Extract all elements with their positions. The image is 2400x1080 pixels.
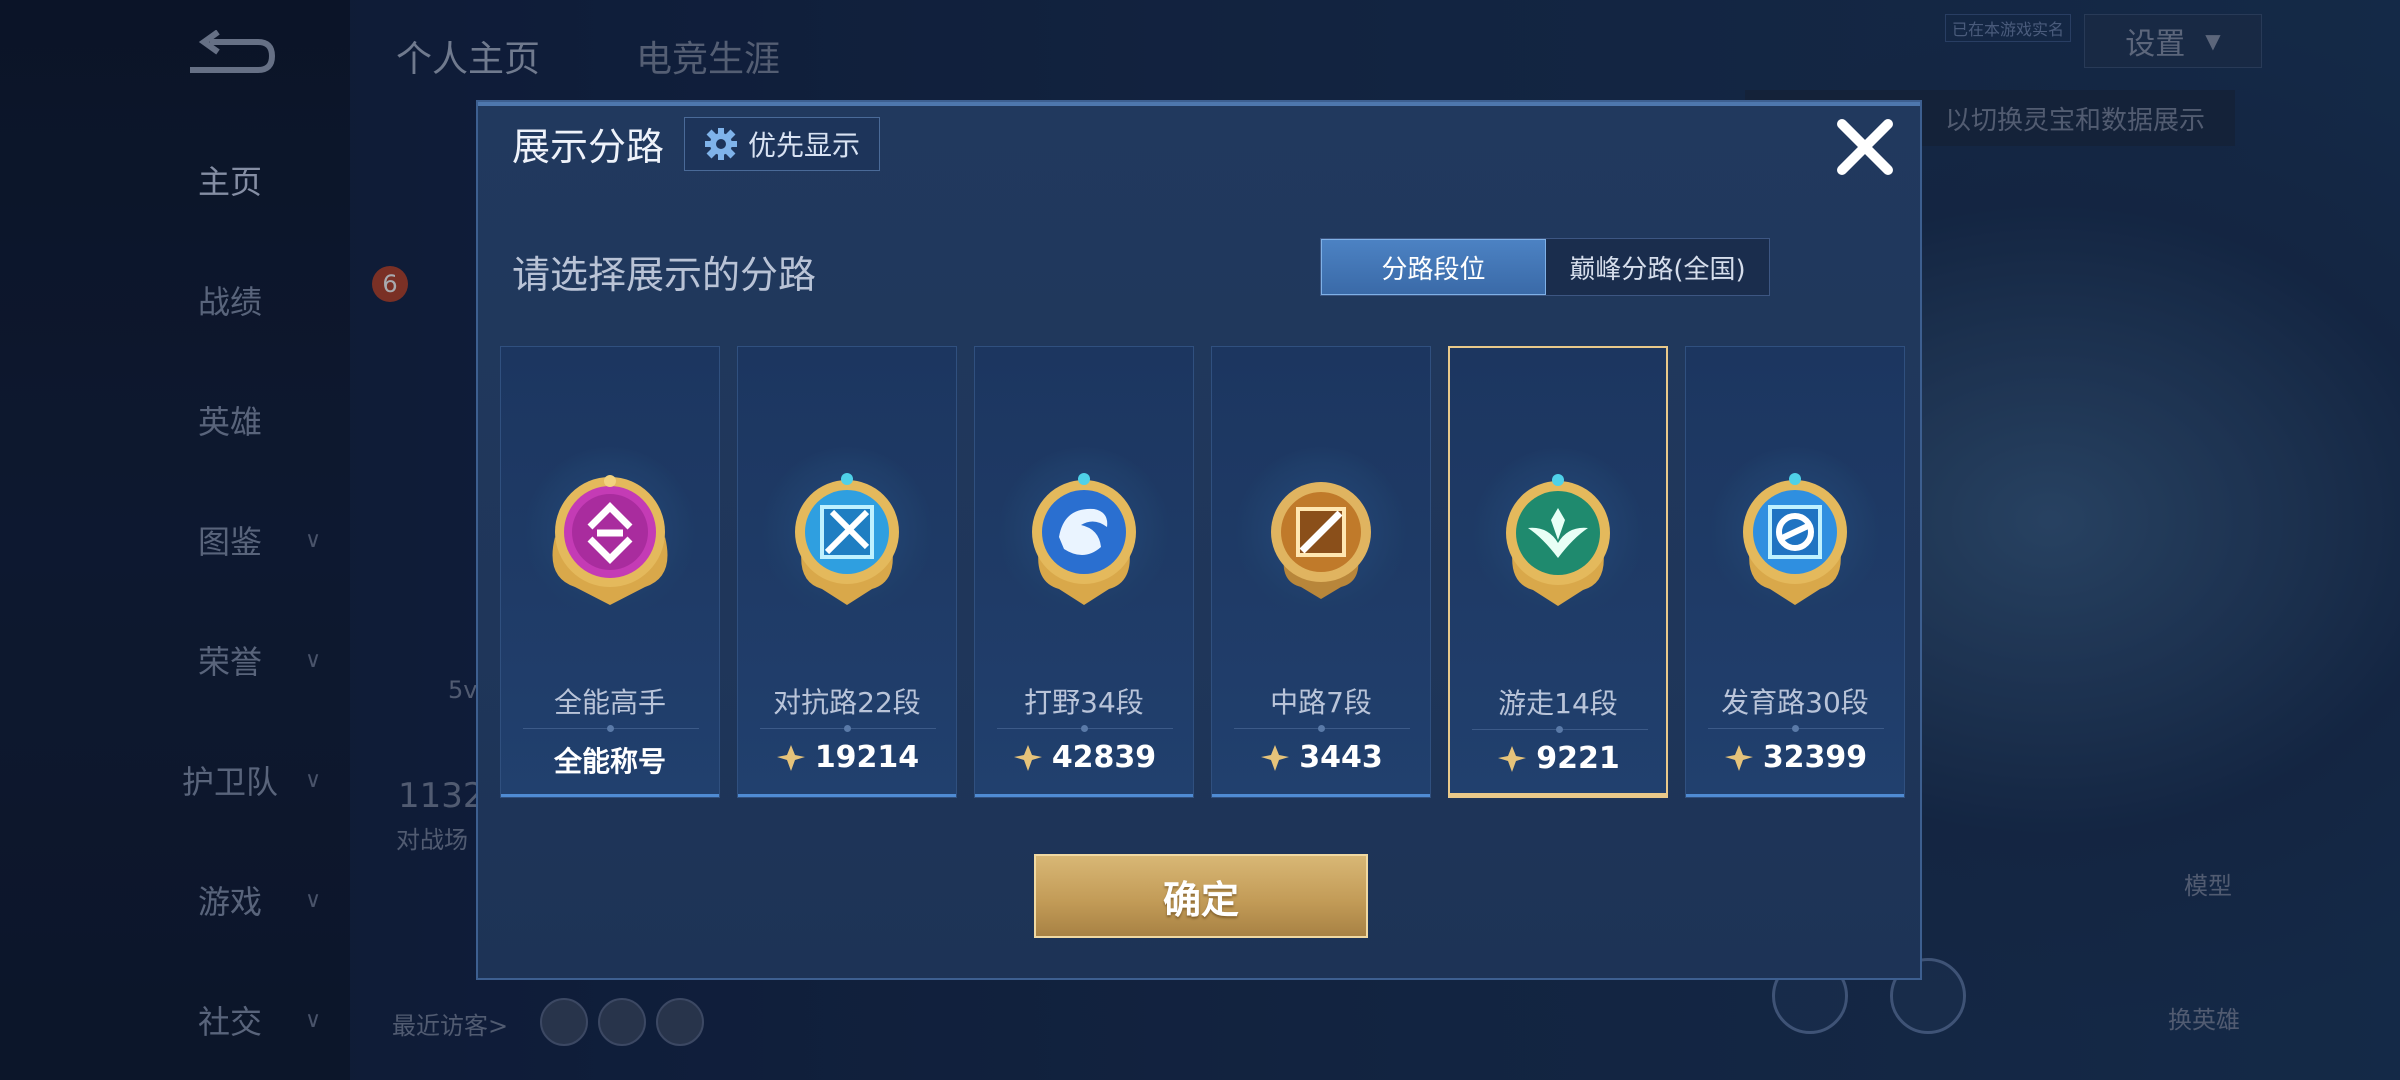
priority-display-label: 优先显示 [747,129,860,162]
lane-card-value-text: 19214 [814,740,920,775]
priority-display-button[interactable]: 优先显示 [684,117,880,171]
tab-lane-rank[interactable]: 分路段位 [1321,239,1546,295]
lane-card-label: 全能高手 [553,686,666,719]
lane-card-value-text: 9221 [1536,741,1620,776]
lane-card-value: 3443 [1212,740,1430,775]
divider [997,725,1173,732]
lane-card-value-text: 3443 [1299,740,1383,775]
divider [1234,725,1410,732]
farm-lane-emblem-icon [1743,473,1847,605]
lane-card-value: 42839 [975,740,1193,775]
tab-peak-lane[interactable]: 巅峰分路(全国) [1546,239,1769,295]
lane-card-mid[interactable]: 中路7段 3443 [1211,346,1431,798]
divider [1472,726,1648,733]
lane-card-label: 发育路30段 [1721,686,1869,719]
card-bottom-glow [1450,793,1666,796]
lane-card-value: 19214 [738,740,956,775]
lane-card-allround[interactable]: 全能高手 全能称号 [500,346,720,798]
close-icon[interactable] [1830,112,1900,182]
rank-points-icon [1498,745,1527,772]
lane-display-dialog: 展示分路 优先显示 请选择展示的分路 分路段位 巅峰分路(全国) 全能高手 全能… [476,100,1922,980]
lane-card-jungle[interactable]: 打野34段 42839 [974,346,1194,798]
lane-card-value: 9221 [1450,741,1666,776]
lane-type-switch: 分路段位 巅峰分路(全国) [1320,238,1770,296]
rank-points-icon [1013,744,1042,771]
card-bottom-glow [501,794,719,797]
mid-lane-emblem-icon [1271,482,1371,599]
card-bottom-glow [1212,794,1430,797]
card-bottom-glow [738,794,956,797]
select-lane-prompt: 请选择展示的分路 [512,253,817,297]
lane-card-value-text: 全能称号 [553,745,666,778]
confirm-button[interactable]: 确定 [1034,854,1368,938]
card-bottom-glow [975,794,1193,797]
lane-card-label: 中路7段 [1270,686,1372,719]
allround-emblem-icon [552,475,668,605]
rank-points-icon [1724,744,1753,771]
jungle-emblem-icon [1032,473,1136,605]
lane-card-farm[interactable]: 发育路30段 32399 [1685,346,1905,798]
lane-card-label: 打野34段 [1024,686,1144,719]
lane-card-value-text: 42839 [1051,740,1157,775]
lane-card-roam[interactable]: 游走14段 9221 [1448,346,1668,798]
dialog-top-border [478,102,1920,106]
divider [760,725,936,732]
rank-points-icon [776,744,805,771]
gear-icon [704,128,737,160]
roam-emblem-icon [1506,474,1610,606]
divider [523,725,699,732]
clash-lane-emblem-icon [795,473,899,605]
dialog-title: 展示分路 [512,125,665,169]
lane-card-value: 全能称号 [501,740,719,780]
lane-card-value-text: 32399 [1762,740,1868,775]
lane-card-value: 32399 [1686,740,1904,775]
lane-card-label: 游走14段 [1498,687,1618,720]
lane-card-label: 对抗路22段 [773,686,921,719]
divider [1708,725,1884,732]
rank-points-icon [1261,744,1290,771]
lane-card-list: 全能高手 全能称号 对抗路22段 19214 打野34段 42839 中路7段 … [500,346,1905,798]
lane-card-clash[interactable]: 对抗路22段 19214 [737,346,957,798]
card-bottom-glow [1686,794,1904,797]
